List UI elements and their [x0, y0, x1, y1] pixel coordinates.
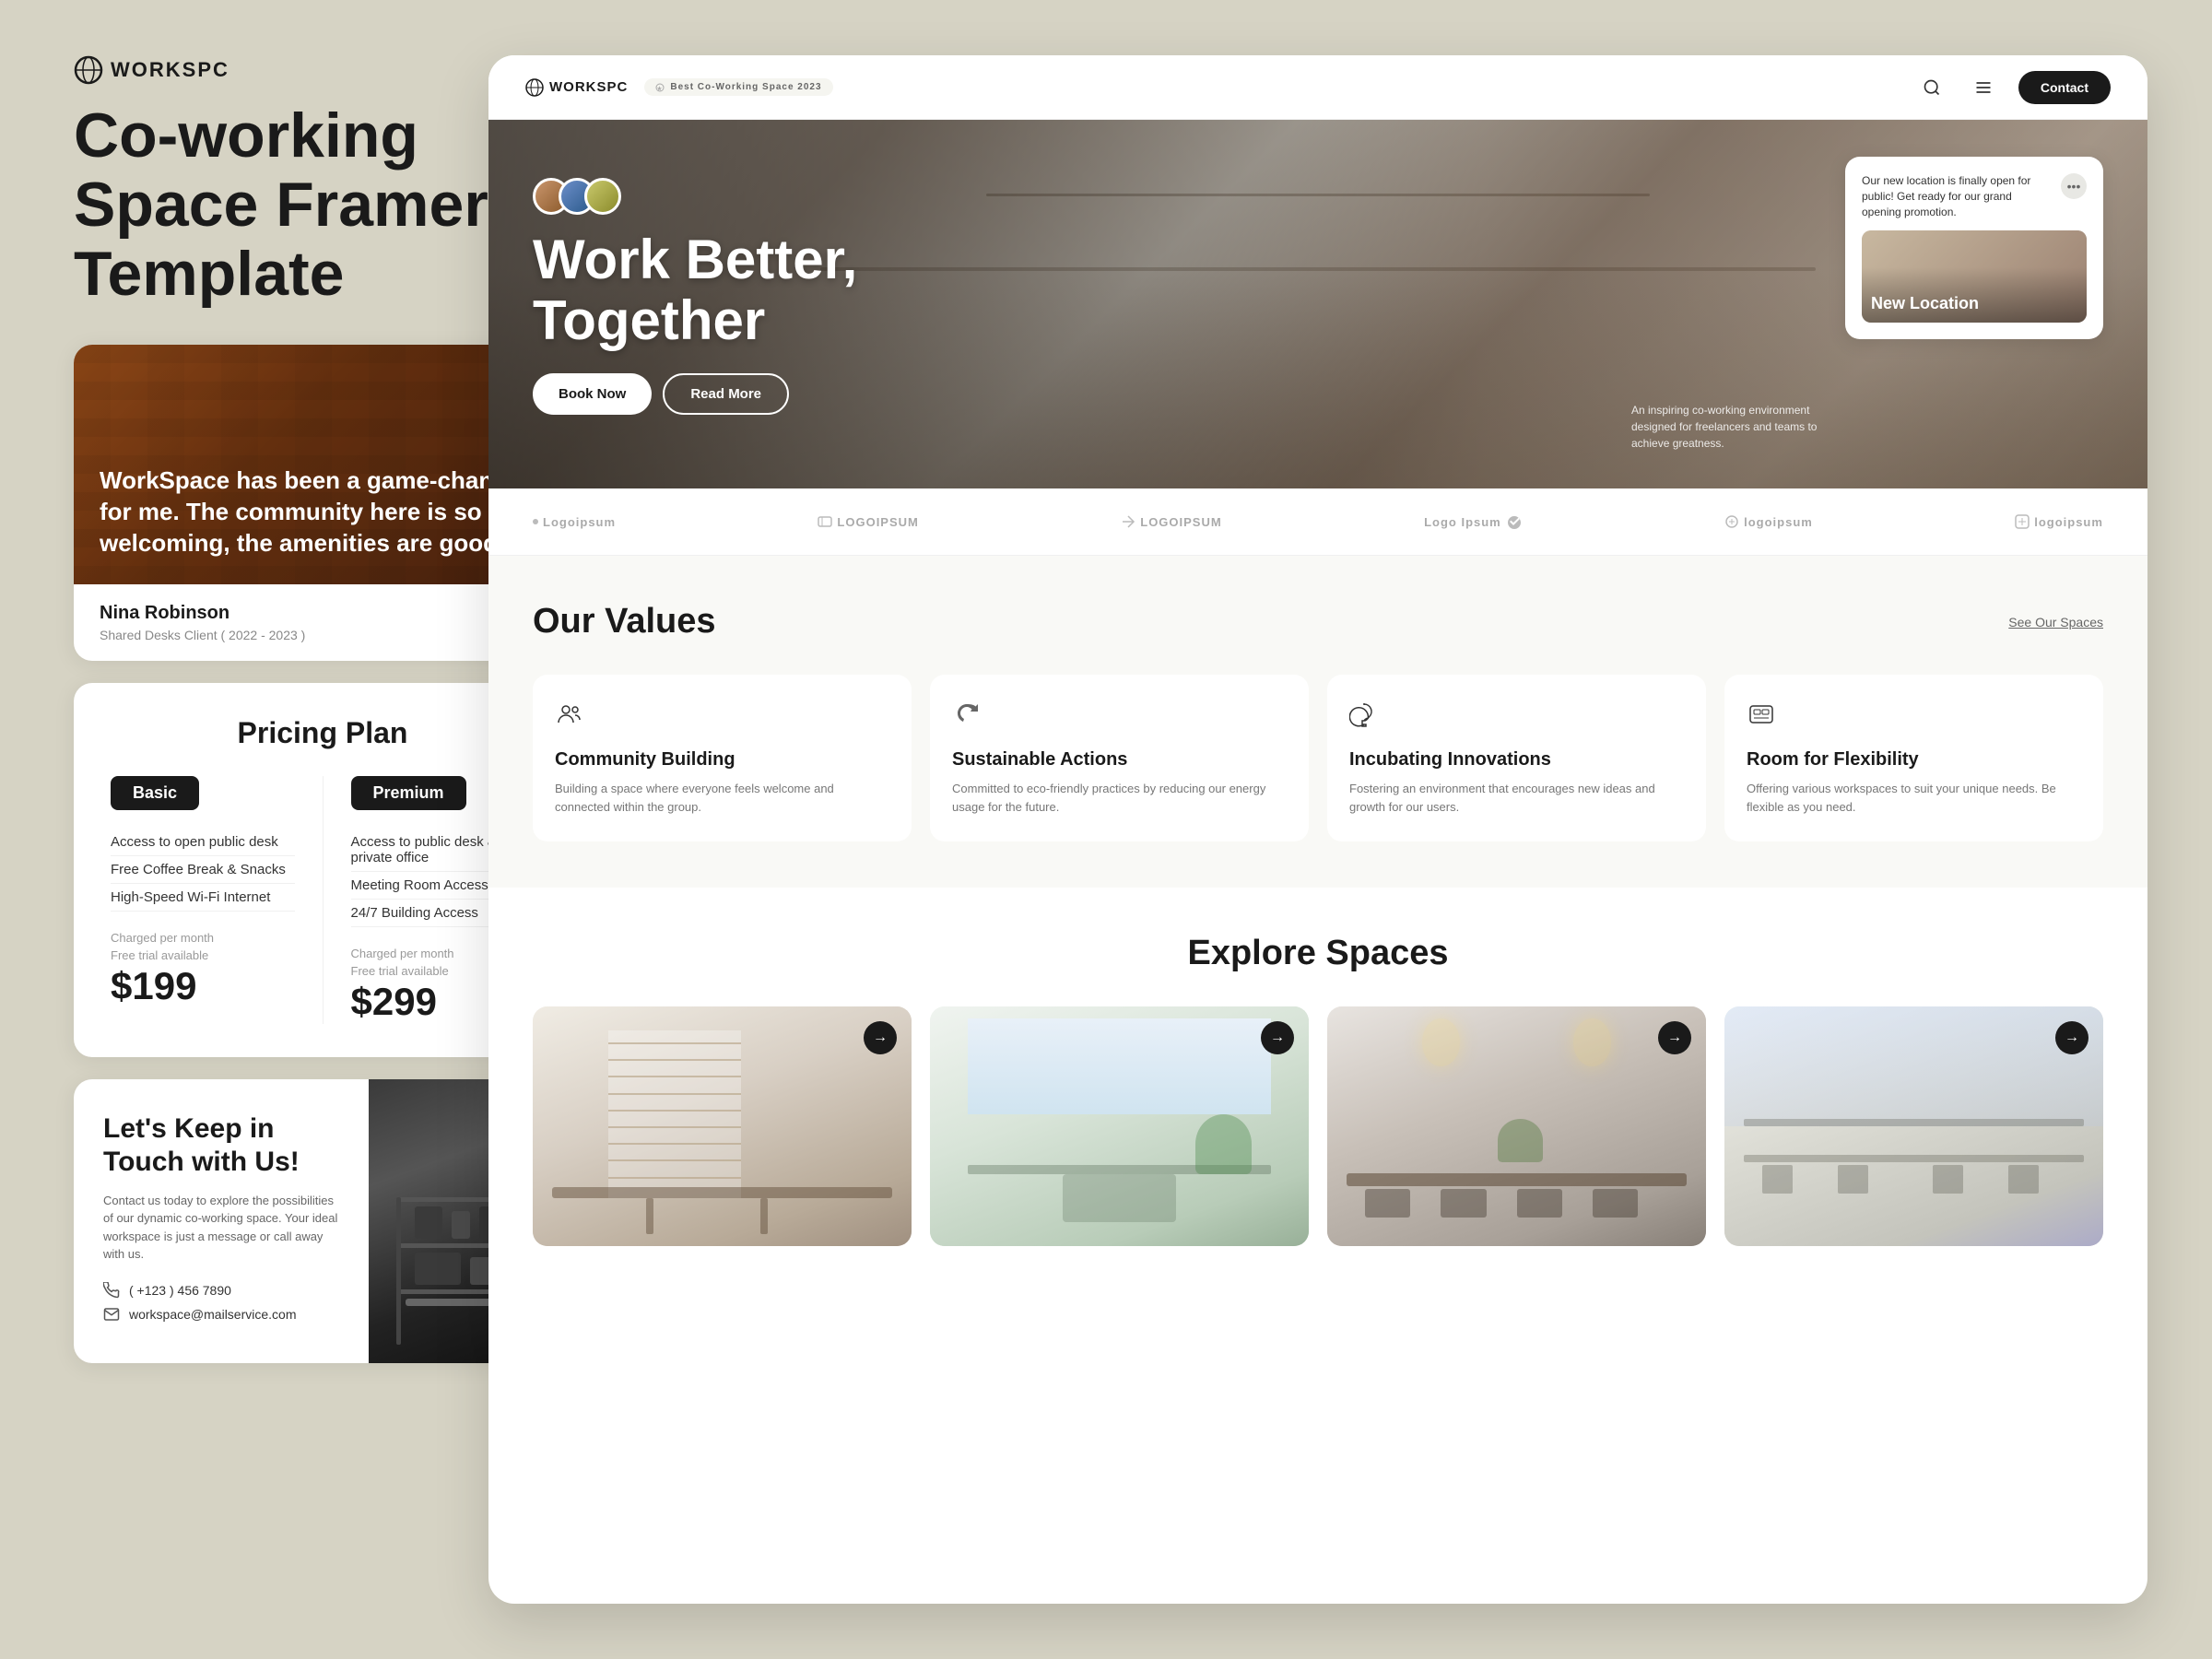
- value-community: Community Building Building a space wher…: [533, 675, 912, 841]
- search-icon: [1923, 78, 1941, 97]
- search-button[interactable]: [1915, 71, 1948, 104]
- hamburger-icon: [1974, 78, 1993, 97]
- contact-info: Let's Keep in Touch with Us! Contact us …: [74, 1079, 369, 1363]
- explore-grid: → →: [533, 1006, 2103, 1246]
- logo-icon-3: [1121, 514, 1135, 529]
- hero-card-header: Our new location is finally open for pub…: [1862, 173, 2087, 219]
- logo-icon-6: [2015, 514, 2030, 529]
- sustainable-title: Sustainable Actions: [952, 748, 1287, 771]
- read-more-button[interactable]: Read More: [663, 373, 789, 415]
- value-innovation: Incubating Innovations Fostering an envi…: [1327, 675, 1706, 841]
- logo-4: Logo Ipsum: [1424, 514, 1523, 529]
- site-badge: ★ Best Co-Working Space 2023: [644, 78, 832, 96]
- values-header: Our Values See Our Spaces: [533, 602, 2103, 641]
- basic-feature-1: Access to open public desk: [111, 829, 295, 856]
- contact-title: Let's Keep in Touch with Us!: [103, 1112, 339, 1179]
- basic-feature-2: Free Coffee Break & Snacks: [111, 856, 295, 884]
- notification-dot: •••: [2061, 173, 2087, 199]
- testimonial-role: Shared Desks Client ( 2022 - 2023 ): [100, 628, 546, 642]
- book-now-button[interactable]: Book Now: [533, 373, 652, 415]
- explore-section: Explore Spaces: [488, 888, 2147, 1292]
- explore-3-btn[interactable]: →: [1658, 1021, 1691, 1054]
- community-icon: [555, 700, 588, 734]
- contact-desc: Contact us today to explore the possibil…: [103, 1192, 339, 1264]
- value-sustainable: Sustainable Actions Committed to eco-fri…: [930, 675, 1309, 841]
- innovation-title: Incubating Innovations: [1349, 748, 1684, 771]
- hero-buttons: Book Now Read More: [533, 373, 857, 415]
- see-spaces-link[interactable]: See Our Spaces: [2008, 615, 2103, 629]
- values-section: Our Values See Our Spaces Community Buil…: [488, 556, 2147, 888]
- svg-text:★: ★: [657, 86, 663, 92]
- hero-desc-text: An inspiring co-working environment desi…: [1631, 402, 1834, 452]
- hero-section: Work Better,Together Book Now Read More …: [488, 120, 2147, 488]
- basic-footer: Charged per monthFree trial available $1…: [111, 930, 295, 1007]
- basic-badge: Basic: [111, 776, 199, 810]
- values-grid: Community Building Building a space wher…: [533, 675, 2103, 841]
- menu-button[interactable]: [1967, 71, 2000, 104]
- hero-notification-text: Our new location is finally open for pub…: [1862, 173, 2052, 219]
- premium-badge: Premium: [351, 776, 466, 810]
- logo-icon-4: [1506, 514, 1523, 529]
- testimonial-name: Nina Robinson: [100, 603, 546, 624]
- new-location-label: New Location: [1871, 294, 1979, 313]
- site-logo-icon: [525, 78, 544, 97]
- contact-email: workspace@mailservice.com: [103, 1306, 339, 1323]
- hero-content: Work Better,Together Book Now Read More: [533, 178, 857, 415]
- pricing-tiers: Basic Access to open public desk Free Co…: [111, 776, 535, 1023]
- value-flexibility: Room for Flexibility Offering various wo…: [1724, 675, 2103, 841]
- basic-note: Charged per monthFree trial available: [111, 930, 295, 963]
- sustainable-desc: Committed to eco-friendly practices by r…: [952, 780, 1287, 816]
- innovation-desc: Fostering an environment that encourages…: [1349, 780, 1684, 816]
- nav-actions: Contact: [1915, 71, 2111, 104]
- explore-card-2: →: [930, 1006, 1309, 1246]
- logo-3: LOGOIPSUM: [1121, 514, 1221, 529]
- values-title: Our Values: [533, 602, 716, 641]
- basic-feature-3: High-Speed Wi-Fi Internet: [111, 884, 295, 912]
- hero-notification-card: Our new location is finally open for pub…: [1845, 157, 2103, 339]
- hero-card-image: New Location: [1862, 230, 2087, 323]
- flexibility-icon: [1747, 700, 1780, 734]
- phone-icon: [103, 1282, 120, 1299]
- sustainable-icon: [952, 700, 985, 734]
- site-logo: WORKSPC ★ Best Co-Working Space 2023: [525, 78, 833, 97]
- email-icon: [103, 1306, 120, 1323]
- logo-icon-2: [818, 514, 832, 529]
- pricing-basic: Basic Access to open public desk Free Co…: [111, 776, 295, 1023]
- flexibility-desc: Offering various workspaces to suit your…: [1747, 780, 2081, 816]
- logo-2: LOGOIPSUM: [818, 514, 918, 529]
- logo-strip: Logoipsum LOGOIPSUM LOGOIPSUM Logo Ipsum: [488, 488, 2147, 556]
- badge-icon: ★: [655, 83, 665, 92]
- explore-title: Explore Spaces: [533, 934, 2103, 973]
- basic-price: $199: [111, 964, 295, 1008]
- hero-avatars: [533, 178, 857, 215]
- explore-2-btn[interactable]: →: [1261, 1021, 1294, 1054]
- contact-button[interactable]: Contact: [2018, 71, 2111, 104]
- flexibility-title: Room for Flexibility: [1747, 748, 2081, 771]
- explore-card-1: →: [533, 1006, 912, 1246]
- email-address: workspace@mailservice.com: [129, 1307, 296, 1322]
- explore-card-3: →: [1327, 1006, 1706, 1246]
- hero-title: Work Better,Together: [533, 229, 857, 351]
- community-desc: Building a space where everyone feels we…: [555, 780, 889, 816]
- logo-5: logoipsum: [1724, 514, 1813, 529]
- explore-card-4: →: [1724, 1006, 2103, 1246]
- site-nav: WORKSPC ★ Best Co-Working Space 2023: [488, 55, 2147, 120]
- logo-icon-5: [1724, 514, 1739, 529]
- contact-phone: ( +123 ) 456 7890: [103, 1282, 339, 1299]
- explore-4-btn[interactable]: →: [2055, 1021, 2088, 1054]
- testimonial-quote: WorkSpace has been a game-changer for me…: [100, 465, 546, 559]
- basic-features: Access to open public desk Free Coffee B…: [111, 829, 295, 912]
- innovation-icon: [1349, 700, 1382, 734]
- phone-number: ( +123 ) 456 7890: [129, 1283, 231, 1298]
- community-title: Community Building: [555, 748, 889, 771]
- site-badge-text: Best Co-Working Space 2023: [670, 82, 821, 92]
- hero-desc: An inspiring co-working environment desi…: [1631, 402, 1834, 452]
- brand-logo-text: WORKSPC: [111, 58, 229, 82]
- explore-1-btn[interactable]: →: [864, 1021, 897, 1054]
- site-logo-text: WORKSPC: [549, 79, 628, 95]
- pricing-title: Pricing Plan: [111, 716, 535, 750]
- website-mockup: WORKSPC ★ Best Co-Working Space 2023: [488, 55, 2147, 1604]
- logo-6: logoipsum: [2015, 514, 2103, 529]
- avatar-3: [584, 178, 621, 215]
